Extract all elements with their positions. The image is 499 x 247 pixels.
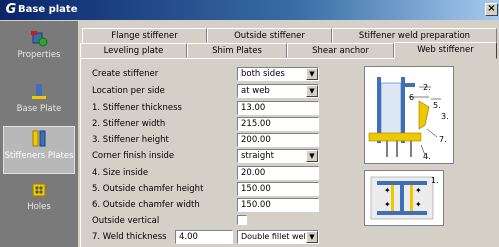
- stiffener-icon: [32, 130, 46, 147]
- outside-chamfer-width-input[interactable]: 150.00: [237, 198, 319, 212]
- dim-label-5: 5.: [433, 101, 441, 110]
- holes-icon: [32, 183, 46, 197]
- sidebar-item-stiffeners-plates[interactable]: Stiffeners Plates: [3, 126, 75, 174]
- sidebar-item-label: Stiffeners Plates: [4, 151, 74, 161]
- tab-web-stiffener[interactable]: Web stiffener: [394, 42, 497, 59]
- tab-leveling-plate[interactable]: Leveling plate: [80, 43, 187, 58]
- corner-finish-inside-select[interactable]: straight ▼: [237, 149, 319, 163]
- tab-shear-anchor[interactable]: Shear anchor: [287, 43, 394, 58]
- chevron-down-icon[interactable]: ▼: [306, 150, 318, 162]
- svg-text:✦: ✦: [384, 186, 391, 195]
- svg-text:✦: ✦: [415, 200, 422, 209]
- dim-label-2: 2.: [423, 83, 431, 92]
- tab-flange-stiffener[interactable]: Flange stiffener: [82, 28, 207, 43]
- properties-icon: [31, 31, 48, 47]
- dim-label-4: 4.: [423, 152, 431, 161]
- app-logo-icon: G: [5, 2, 17, 17]
- svg-text:✦: ✦: [415, 186, 422, 195]
- sidebar-item-label: Holes: [27, 202, 51, 212]
- weld-type-select[interactable]: Double fillet weld ▼: [237, 230, 319, 244]
- corner-finish-inside-label: Corner finish inside: [92, 151, 175, 161]
- outside-vertical-checkbox[interactable]: [237, 215, 247, 225]
- dim-label-6: 6: [409, 93, 414, 102]
- outside-vertical-label: Outside vertical: [92, 216, 160, 226]
- location-per-side-label: Location per side: [92, 86, 165, 96]
- chevron-down-icon[interactable]: ▼: [306, 68, 318, 80]
- sidebar-item-holes[interactable]: Holes: [3, 177, 75, 233]
- size-inside-label: 4. Size inside: [92, 168, 149, 178]
- dim-label-1: 1.: [431, 176, 439, 185]
- base-plate-icon: [32, 84, 46, 99]
- stiffener-thickness-input[interactable]: 13.00: [237, 101, 319, 115]
- outside-chamfer-height-input[interactable]: 150.00: [237, 182, 319, 196]
- stiffener-height-label: 3. Stiffener height: [92, 135, 169, 145]
- stiffener-height-input[interactable]: 200.00: [237, 133, 319, 147]
- side-view-drawing: 2. 6 5. 3. 7. 4.: [368, 77, 449, 161]
- chevron-down-icon[interactable]: ▼: [306, 231, 318, 243]
- create-stiffener-label: Create stiffener: [92, 69, 159, 79]
- tab-stiffener-weld-preparation[interactable]: Stiffener weld preparation: [332, 28, 497, 43]
- sidebar-item-label: Properties: [17, 50, 61, 60]
- dim-label-7: 7.: [439, 135, 447, 144]
- outside-chamfer-height-label: 5. Outside chamfer height: [92, 184, 204, 194]
- stiffener-plan-diagram: ✦ ✦ ✦ ✦ 1.: [364, 170, 444, 226]
- tab-outside-stiffener[interactable]: Outside stiffener: [207, 28, 332, 43]
- create-stiffener-select[interactable]: both sides ▼: [237, 67, 319, 81]
- svg-text:✦: ✦: [384, 200, 391, 209]
- chevron-down-icon[interactable]: ▼: [306, 85, 318, 97]
- location-per-side-select[interactable]: at web ▼: [237, 84, 319, 98]
- tab-shim-plates[interactable]: Shim Plates: [187, 43, 287, 58]
- dim-label-3: 3.: [441, 112, 449, 121]
- weld-thickness-label: 7. Weld thickness: [92, 232, 167, 242]
- stiffener-side-diagram: 2. 6 5. 3. 7. 4.: [364, 66, 454, 164]
- close-button[interactable]: ×: [485, 3, 498, 16]
- weld-thickness-input[interactable]: 4.00: [175, 230, 233, 244]
- stiffener-width-label: 2. Stiffener width: [92, 119, 166, 129]
- stiffener-thickness-label: 1. Stiffener thickness: [92, 103, 182, 113]
- plan-view-drawing: ✦ ✦ ✦ ✦ 1.: [370, 176, 439, 220]
- sidebar-item-label: Base Plate: [16, 104, 62, 114]
- window-title: Base plate: [18, 4, 78, 15]
- stiffener-width-input[interactable]: 215.00: [237, 117, 319, 131]
- sidebar-item-properties[interactable]: Properties: [3, 25, 75, 81]
- outside-chamfer-width-label: 6. Outside chamfer width: [92, 200, 200, 210]
- size-inside-input[interactable]: 20.00: [237, 166, 319, 180]
